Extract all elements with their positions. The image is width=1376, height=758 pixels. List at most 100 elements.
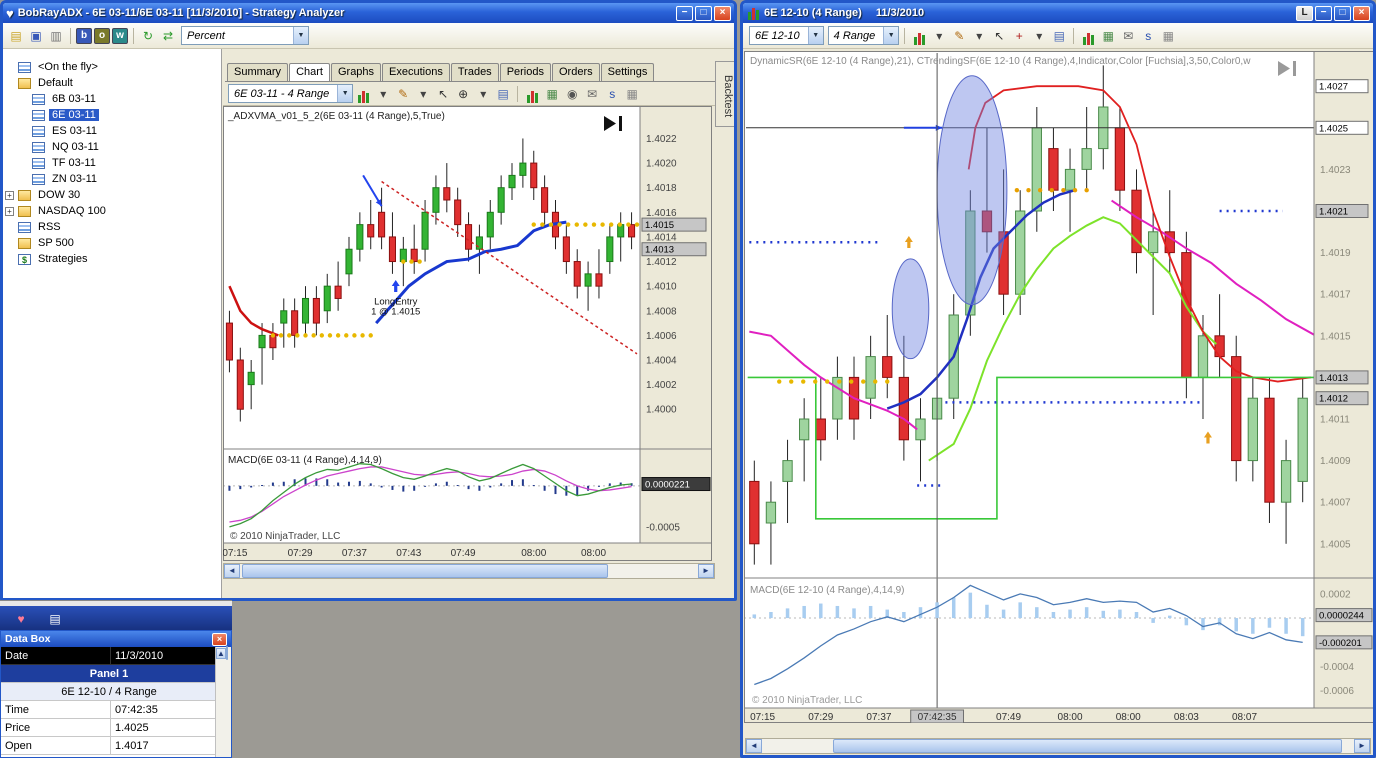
- folder-icon: [18, 189, 31, 201]
- link-button[interactable]: L: [1296, 5, 1313, 21]
- camera-icon[interactable]: ◉: [563, 85, 581, 103]
- range-select[interactable]: 4 Range: [827, 26, 900, 45]
- report-page-icon[interactable]: ▤: [46, 610, 64, 628]
- new-icon[interactable]: ▤: [7, 27, 25, 45]
- tree-item-6e-03-11[interactable]: 6E 03-11: [3, 107, 221, 123]
- tree-item-nasdaq-100[interactable]: + NASDAQ 100: [3, 203, 221, 219]
- expander-icon[interactable]: +: [5, 206, 14, 216]
- svg-text:08:00: 08:00: [581, 548, 606, 559]
- series-select[interactable]: 6E 03-11 - 4 Range: [228, 84, 354, 103]
- tree-item-rss[interactable]: RSS: [3, 219, 221, 235]
- strategy-s-icon[interactable]: s: [1139, 27, 1157, 45]
- dropdown-caret-icon[interactable]: [337, 85, 353, 102]
- walkforward-w-icon[interactable]: w: [112, 27, 128, 44]
- data-box-vscrollbar[interactable]: ▲: [215, 646, 231, 757]
- pointer-icon[interactable]: ↖: [434, 85, 452, 103]
- tree-item-es-03-11[interactable]: ES 03-11: [3, 123, 221, 139]
- scroll-left-button[interactable]: ◄: [224, 564, 240, 578]
- minimized-titlebar[interactable]: ♥ ▤: [0, 606, 232, 631]
- minimize-button[interactable]: −: [676, 5, 693, 21]
- chart-right-hscrollbar[interactable]: ◄ ►: [745, 738, 1371, 754]
- pencil-caret-icon[interactable]: ▾: [970, 27, 988, 45]
- strategy-chart[interactable]: LongEntry1 @ 1.4015_ADXVMA_v01_5_2(6E 03…: [223, 106, 712, 561]
- tree-item-sp-500[interactable]: SP 500: [3, 235, 221, 251]
- zoom-caret-icon[interactable]: ▾: [474, 85, 492, 103]
- tree-item-dow-30[interactable]: + DOW 30: [3, 187, 221, 203]
- titlebar-left[interactable]: ♥ BobRayADX - 6E 03-11/6E 03-11 [11/3/20…: [3, 3, 734, 23]
- titlebar-right[interactable]: 6E 12-10 (4 Range) 11/3/2010 L − □ ×: [743, 3, 1373, 23]
- print-icon[interactable]: ▥: [47, 27, 65, 45]
- email-icon[interactable]: ✉: [1119, 27, 1137, 45]
- email-icon[interactable]: ✉: [583, 85, 601, 103]
- tree-item-on-the-fly[interactable]: <On the fly>: [3, 59, 221, 75]
- chart-style-icon[interactable]: [354, 85, 372, 103]
- backtest-side-tab[interactable]: Backtest: [715, 61, 734, 127]
- chart-style-caret-icon[interactable]: ▾: [374, 85, 392, 103]
- price-chart[interactable]: DynamicSR(6E 12-10 (4 Range),21), CTrend…: [744, 51, 1374, 723]
- scrollbar-track[interactable]: [762, 739, 1354, 753]
- scroll-right-button[interactable]: ►: [698, 564, 714, 578]
- close-button[interactable]: ×: [714, 5, 731, 21]
- heart-icon[interactable]: ♥: [12, 610, 30, 628]
- minimize-button[interactable]: −: [1315, 5, 1332, 21]
- save-icon[interactable]: ▣: [27, 27, 45, 45]
- tab-orders[interactable]: Orders: [551, 63, 600, 81]
- scrollbar-thumb[interactable]: [242, 564, 609, 578]
- backtest-b-icon[interactable]: b: [76, 27, 92, 44]
- scroll-right-button[interactable]: ►: [1354, 739, 1370, 753]
- snapshot-icon[interactable]: ▦: [1099, 27, 1117, 45]
- zoom-icon[interactable]: ⊕: [454, 85, 472, 103]
- grid-icon[interactable]: ▦: [623, 85, 641, 103]
- grid-icon[interactable]: ▦: [1159, 27, 1177, 45]
- crosshair-icon[interactable]: +: [1010, 27, 1028, 45]
- bar-up-icon[interactable]: [1079, 27, 1097, 45]
- tree-item-strategies[interactable]: $ Strategies: [3, 251, 221, 267]
- strategy-s-icon[interactable]: s: [603, 85, 621, 103]
- pencil-icon[interactable]: ✎: [950, 27, 968, 45]
- scroll-left-button[interactable]: ◄: [746, 739, 762, 753]
- display-mode-select[interactable]: Percent: [181, 26, 309, 45]
- dropdown-caret-icon[interactable]: [883, 27, 899, 44]
- data-box-titlebar[interactable]: Data Box ×: [1, 631, 231, 647]
- tab-chart[interactable]: Chart: [289, 63, 330, 81]
- crosshair-caret-icon[interactable]: ▾: [1030, 27, 1048, 45]
- bar-up-icon[interactable]: [523, 85, 541, 103]
- dropdown-caret-icon[interactable]: [293, 27, 308, 44]
- chart-style-icon[interactable]: [910, 27, 928, 45]
- scroll-up-button[interactable]: ▲: [216, 648, 226, 659]
- scrollbar-track[interactable]: [240, 564, 698, 578]
- tree-item-zn-03-11[interactable]: ZN 03-11: [3, 171, 221, 187]
- tab-settings[interactable]: Settings: [600, 63, 655, 81]
- chart-style-caret-icon[interactable]: ▾: [930, 27, 948, 45]
- expander-icon[interactable]: +: [5, 190, 14, 200]
- refresh-icon[interactable]: ↻: [139, 27, 157, 45]
- maximize-button[interactable]: □: [1334, 5, 1351, 21]
- tab-graphs[interactable]: Graphs: [330, 63, 382, 81]
- tab-periods[interactable]: Periods: [499, 63, 551, 81]
- data-panel-icon[interactable]: ▤: [1050, 27, 1068, 45]
- svg-text:0.0000244: 0.0000244: [1319, 611, 1364, 622]
- scrollbar-thumb[interactable]: [833, 739, 1343, 753]
- maximize-button[interactable]: □: [695, 5, 712, 21]
- instrument-select[interactable]: 6E 12-10: [749, 26, 824, 45]
- optimize-o-icon[interactable]: o: [94, 27, 110, 44]
- tab-executions[interactable]: Executions: [382, 63, 450, 81]
- close-button[interactable]: ×: [1353, 5, 1370, 21]
- pencil-caret-icon[interactable]: ▾: [414, 85, 432, 103]
- tab-summary[interactable]: Summary: [227, 63, 289, 81]
- tree-item-nq-03-11[interactable]: NQ 03-11: [3, 139, 221, 155]
- snapshot-icon[interactable]: ▦: [543, 85, 561, 103]
- svg-text:-0.0004: -0.0004: [1320, 662, 1354, 673]
- pencil-icon[interactable]: ✎: [394, 85, 412, 103]
- tree-item-default[interactable]: Default: [3, 75, 221, 91]
- dropdown-caret-icon[interactable]: [807, 27, 823, 44]
- tree-item-6b-03-11[interactable]: 6B 03-11: [3, 91, 221, 107]
- export-icon[interactable]: ⇄: [159, 27, 177, 45]
- pointer-icon[interactable]: ↖: [990, 27, 1008, 45]
- close-icon[interactable]: ×: [212, 632, 227, 646]
- tree-item-tf-03-11[interactable]: TF 03-11: [3, 155, 221, 171]
- chart-left-hscrollbar[interactable]: ◄ ►: [223, 563, 715, 579]
- scrollbar-thumb[interactable]: [225, 646, 228, 660]
- data-panel-icon[interactable]: ▤: [494, 85, 512, 103]
- tab-trades[interactable]: Trades: [450, 63, 499, 81]
